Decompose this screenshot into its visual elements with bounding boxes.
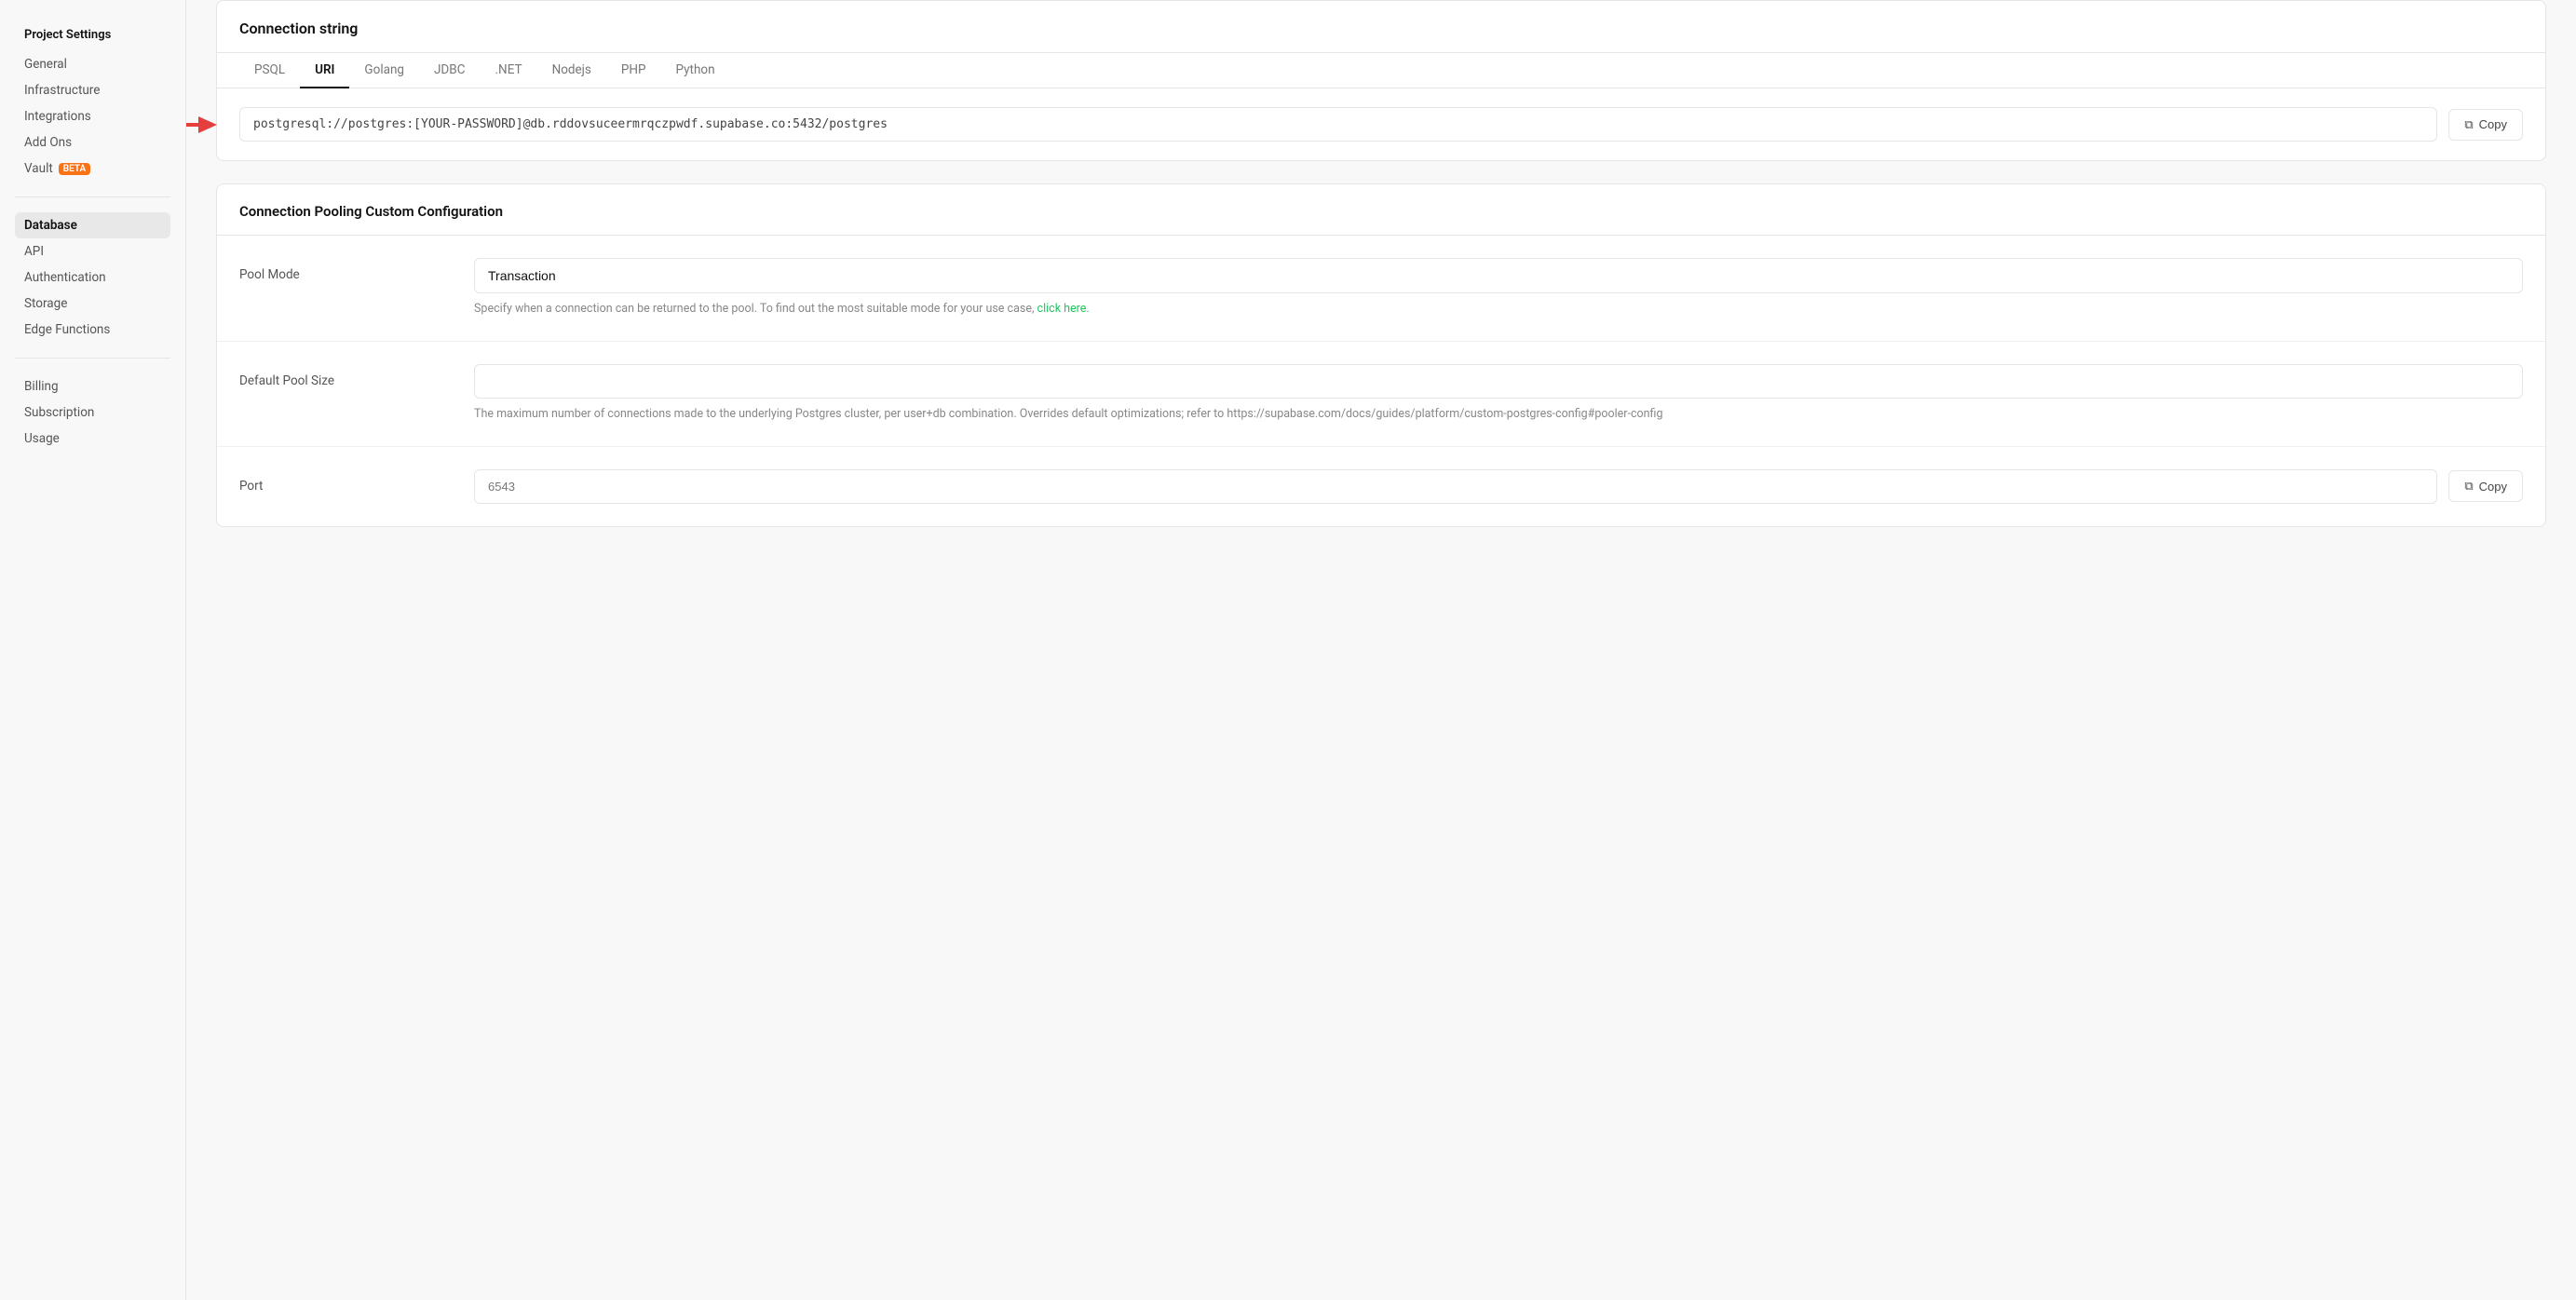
arrow-indicator [186, 112, 217, 138]
sidebar-item-subscription[interactable]: Subscription [15, 399, 170, 426]
sidebar-item-usage[interactable]: Usage [15, 426, 170, 452]
pool-mode-row: Pool Mode Transaction Session Statement … [217, 236, 2545, 342]
connection-string-input[interactable] [239, 107, 2437, 142]
sidebar-item-general[interactable]: General [15, 51, 170, 77]
connection-pooling-card: Connection Pooling Custom Configuration … [216, 183, 2546, 527]
copy-port-button[interactable]: ⧉ Copy [2448, 470, 2523, 502]
port-row: Port ⧉ Copy [217, 447, 2545, 526]
port-field: ⧉ Copy [474, 469, 2523, 504]
tab-python[interactable]: Python [661, 53, 730, 88]
default-pool-size-label: Default Pool Size [239, 364, 444, 388]
project-settings-label: Project Settings [24, 28, 111, 42]
pool-mode-help: Specify when a connection can be returne… [474, 301, 2523, 318]
default-pool-size-help: The maximum number of connections made t… [474, 406, 2523, 424]
sidebar-item-addons[interactable]: Add Ons [15, 129, 170, 156]
port-input[interactable] [474, 469, 2437, 504]
sidebar-divider-1 [15, 196, 170, 197]
connection-string-card: Connection string PSQLURIGolangJDBC.NETN… [216, 0, 2546, 161]
sidebar-item-database[interactable]: Database [15, 212, 170, 238]
sidebar-item-integrations[interactable]: Integrations [15, 103, 170, 129]
sidebar-item-vault[interactable]: VaultBETA [15, 156, 170, 182]
main-content: Connection string PSQLURIGolangJDBC.NETN… [186, 0, 2576, 1300]
sidebar-divider-2 [15, 358, 170, 359]
copy-icon: ⧉ [2464, 117, 2473, 132]
default-pool-size-input[interactable] [474, 364, 2523, 399]
sidebar: Project Settings GeneralInfrastructureIn… [0, 0, 186, 1300]
tab-dotnet[interactable]: .NET [481, 53, 537, 88]
connection-string-title: Connection string [239, 20, 2523, 37]
sidebar-item-storage[interactable]: Storage [15, 291, 170, 317]
copy-port-icon: ⧉ [2464, 479, 2473, 494]
pool-mode-help-text: Specify when a connection can be returne… [474, 302, 1034, 316]
copy-label: Copy [2479, 117, 2507, 131]
sidebar-item-api[interactable]: API [15, 238, 170, 264]
sidebar-item-infrastructure[interactable]: Infrastructure [15, 77, 170, 103]
sidebar-project-settings-header: Project Settings [15, 22, 170, 47]
pool-mode-field: Transaction Session Statement Specify wh… [474, 258, 2523, 318]
pool-mode-select[interactable]: Transaction Session Statement [474, 258, 2523, 293]
connection-pooling-title: Connection Pooling Custom Configuration [217, 184, 2545, 236]
port-label: Port [239, 469, 444, 494]
tab-golang[interactable]: Golang [349, 53, 419, 88]
port-field-row: ⧉ Copy [474, 469, 2523, 504]
sidebar-item-billing[interactable]: Billing [15, 373, 170, 399]
copy-port-label: Copy [2479, 480, 2507, 494]
pool-mode-help-link[interactable]: click here. [1037, 302, 1090, 316]
tab-psql[interactable]: PSQL [239, 53, 300, 88]
tab-uri[interactable]: URI [300, 53, 349, 88]
sidebar-item-edge-functions[interactable]: Edge Functions [15, 317, 170, 343]
connection-string-tabs: PSQLURIGolangJDBC.NETNodejsPHPPython [217, 53, 2545, 88]
copy-connection-string-button[interactable]: ⧉ Copy [2448, 109, 2523, 141]
connection-string-row: ⧉ Copy [217, 88, 2545, 160]
default-pool-size-field: The maximum number of connections made t… [474, 364, 2523, 424]
tab-jdbc[interactable]: JDBC [419, 53, 481, 88]
pool-mode-label: Pool Mode [239, 258, 444, 282]
default-pool-size-row: Default Pool Size The maximum number of … [217, 342, 2545, 447]
sidebar-item-authentication[interactable]: Authentication [15, 264, 170, 291]
connection-string-header: Connection string [217, 1, 2545, 53]
tab-php[interactable]: PHP [606, 53, 661, 88]
tab-nodejs[interactable]: Nodejs [537, 53, 606, 88]
